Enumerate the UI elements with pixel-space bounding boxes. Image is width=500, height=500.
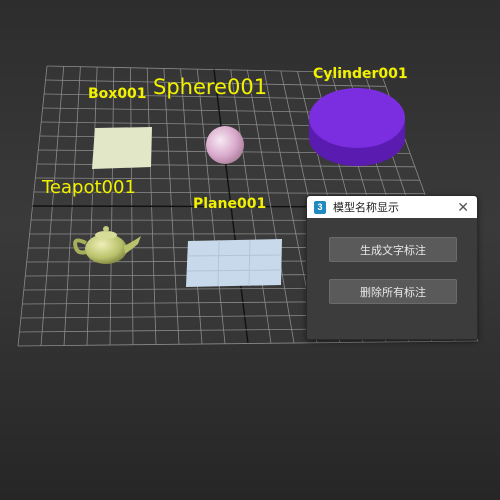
sphere-object[interactable] — [206, 126, 244, 164]
label-box001: Box001 — [88, 86, 147, 102]
label-cylinder001: Cylinder001 — [313, 66, 408, 82]
label-teapot001: Teapot001 — [42, 177, 136, 198]
dialog-title: 模型名称显示 — [333, 202, 399, 214]
model-name-dialog: 3 模型名称显示 ✕ 生成文字标注 删除所有标注 — [306, 195, 478, 340]
delete-labels-button[interactable]: 删除所有标注 — [329, 279, 457, 304]
close-icon[interactable]: ✕ — [457, 199, 469, 215]
generate-labels-button[interactable]: 生成文字标注 — [329, 237, 457, 262]
box-object[interactable] — [92, 127, 152, 169]
app-icon: 3 — [314, 200, 326, 214]
cylinder-object[interactable] — [309, 88, 405, 166]
label-sphere001: Sphere001 — [153, 75, 268, 99]
plane-object[interactable] — [186, 239, 283, 287]
dialog-titlebar[interactable]: 3 模型名称显示 ✕ — [307, 196, 477, 218]
label-plane001: Plane001 — [193, 196, 267, 212]
